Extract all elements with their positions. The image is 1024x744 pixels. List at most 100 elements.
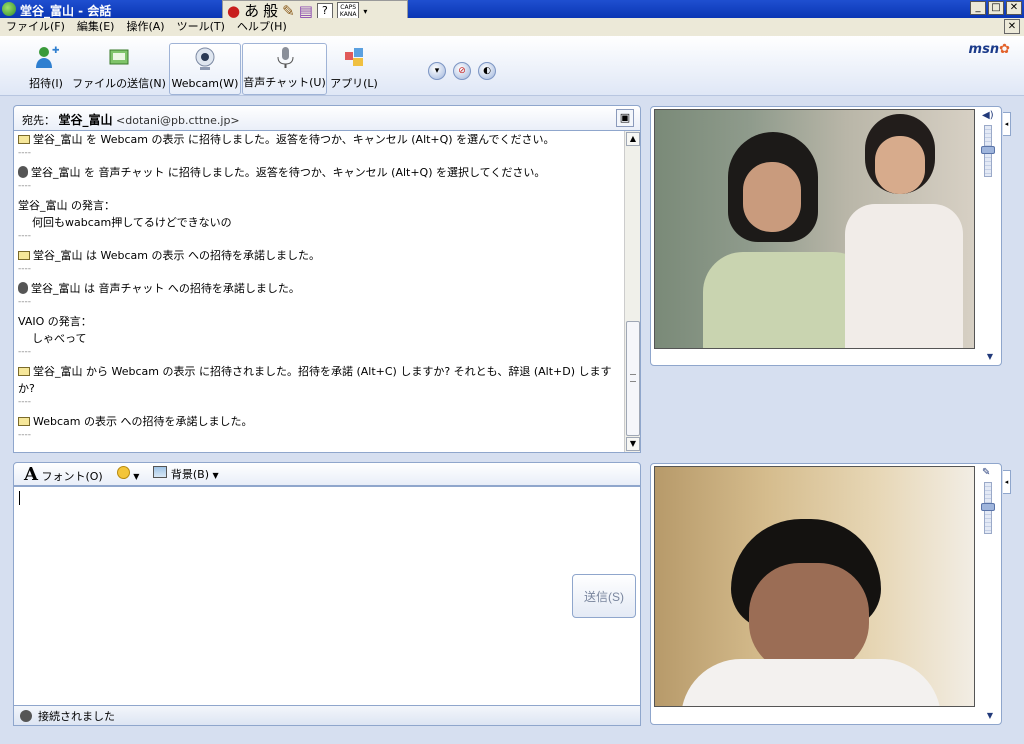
menu-help[interactable]: ヘルプ(H) (237, 18, 287, 36)
scroll-grip-icon (630, 374, 636, 382)
apps-button[interactable]: アプリ(L) (330, 43, 378, 95)
microphone-icon[interactable]: ✎ (982, 468, 994, 478)
contact-webcam-video[interactable] (654, 109, 975, 349)
recipient-bar: 宛先： 堂谷_富山 <dotani@pb.cttne.jp> ▣ (13, 105, 641, 131)
message-list: 堂谷_富山 を Webcam の表示 に招待しました。返答を待つか、キャンセル … (18, 131, 622, 446)
close-conversation-button[interactable]: ✕ (1004, 19, 1020, 34)
toolbar: ✚ 招待(I) ファイルの送信(N) Webcam(W) 音声チャット(U) ア… (0, 36, 1024, 96)
invite-icon: ✚ (32, 43, 60, 71)
message-separator: ---- (18, 397, 31, 407)
list-item: 堂谷_富山 から Webcam の表示 に招待されました。招待を承諾 (Alt+… (18, 363, 622, 407)
speaker-icon[interactable]: ◀) (982, 111, 994, 121)
envelope-icon (18, 367, 30, 376)
scroll-thumb[interactable] (626, 321, 640, 436)
envelope-icon (18, 417, 30, 426)
scroll-down-button[interactable]: ▼ (626, 437, 640, 451)
list-item: 堂谷_富山 の発言： 何回もwabcam押してるけどできないの ---- (18, 197, 622, 241)
envelope-icon (18, 251, 30, 260)
message-text: 堂谷_富山 を Webcam の表示 に招待しました。返答を待つか、キャンセル … (33, 133, 555, 146)
menu-actions[interactable]: 操作(A) (126, 18, 164, 36)
smiley-icon (116, 466, 130, 479)
message-text: 堂谷_富山 を 音声チャット に招待しました。返答を待つか、キャンセル (Alt… (31, 166, 546, 179)
msn-logo: msn✿ (969, 42, 1010, 57)
apps-icon (340, 43, 368, 71)
collapse-self-panel-tab[interactable]: ◂ (1003, 470, 1011, 494)
background-button[interactable]: 背景(B) ▼ (153, 466, 219, 482)
self-person-image (681, 519, 941, 706)
voice-chat-label: 音声チャット(U) (243, 76, 326, 89)
message-text: 何回もwabcam押してるけどできないの (32, 216, 232, 229)
list-item: Webcam の表示 への招待を承諾しました。 ---- (18, 413, 622, 440)
webcam-label: Webcam(W) (171, 77, 239, 90)
contact-card-icon[interactable]: ▣ (616, 109, 634, 127)
background-icon (153, 466, 168, 478)
message-text: 堂谷_富山 は 音声チャット への招待を承諾しました。 (31, 282, 300, 295)
msn-butterfly-icon: ✿ (999, 42, 1010, 57)
message-text: 堂谷_富山 は Webcam の表示 への招待を承諾しました。 (33, 249, 320, 262)
menu-file[interactable]: ファイル(F) (6, 18, 65, 36)
to-label: 宛先： (22, 114, 55, 127)
self-video-options-chevron-icon[interactable]: ▼ (987, 711, 993, 720)
voice-chat-button[interactable]: 音声チャット(U) (242, 43, 327, 95)
contact-video-frame (655, 110, 974, 348)
collapse-contact-panel-tab[interactable]: ◂ (1003, 112, 1011, 136)
volume-knob[interactable] (981, 146, 995, 154)
window-title: 堂谷_富山 - 会話 (20, 4, 112, 18)
font-button[interactable]: A フォント(O) (24, 464, 103, 485)
close-window-button[interactable]: ✕ (1006, 1, 1022, 15)
volume-knob[interactable] (981, 503, 995, 511)
menu-edit[interactable]: 編集(E) (77, 18, 115, 36)
send-file-icon (105, 43, 133, 71)
invite-button[interactable]: ✚ 招待(I) (22, 43, 70, 95)
background-label: 背景(B) (170, 468, 210, 481)
list-item: 堂谷_富山 は 音声チャット への招待を承諾しました。 ---- (18, 280, 622, 307)
send-file-button[interactable]: ファイルの送信(N) (72, 43, 166, 95)
status-text: 接続されました (38, 709, 115, 723)
messenger-app-icon[interactable] (2, 2, 16, 16)
title-bar: 堂谷_富山 - 会話 (0, 0, 1024, 18)
maximize-button[interactable]: □ (988, 1, 1004, 15)
microphone-icon (271, 44, 299, 70)
send-button[interactable]: 送信(S) (572, 574, 636, 618)
contact-person-image (703, 132, 873, 348)
speaker-volume-slider[interactable] (981, 125, 995, 177)
emoticon-button[interactable]: ▼ (116, 466, 140, 482)
message-separator: ---- (18, 430, 31, 440)
contact-email: <dotani@pb.cttne.jp> (116, 114, 240, 127)
chevron-down-icon: ▼ (133, 472, 140, 481)
microphone-icon (18, 282, 28, 294)
message-separator: ---- (18, 231, 31, 241)
message-input[interactable]: 送信(S) (13, 486, 641, 706)
kana-label: KANA (339, 11, 357, 18)
history-scrollbar[interactable]: ▲ ▼ (624, 131, 640, 452)
menu-bar: ファイル(F) 編集(E) 操作(A) ツール(T) ヘルプ(H) ✕ (0, 18, 1024, 36)
block-contact-button[interactable]: ⊘ (453, 62, 471, 80)
message-text: 堂谷_富山 から Webcam の表示 に招待されました。招待を承諾 (Alt+… (18, 365, 612, 395)
message-text: Webcam の表示 への招待を承諾しました。 (33, 415, 253, 428)
ime-help-button[interactable]: ? (316, 3, 333, 19)
message-sender: 堂谷_富山 の発言： (18, 199, 115, 212)
self-webcam-video[interactable] (654, 466, 975, 707)
message-separator: ---- (18, 347, 31, 357)
msn-brand-text: msn (968, 42, 1000, 57)
webcam-button[interactable]: Webcam(W) (169, 43, 241, 95)
self-audio-controls: ✎ (981, 468, 995, 534)
self-video-frame (655, 467, 974, 706)
message-text: しゃべって (32, 332, 87, 345)
apps-label: アプリ(L) (330, 77, 378, 90)
minimize-button[interactable]: _ (970, 1, 986, 15)
send-file-label: ファイルの送信(N) (72, 77, 166, 90)
more-options-button[interactable]: ▾ (428, 62, 446, 80)
menu-tools[interactable]: ツール(T) (177, 18, 225, 36)
message-separator: ---- (18, 148, 31, 158)
contact-video-panel: ◀) ▼ (650, 106, 1002, 366)
text-caret (19, 491, 20, 505)
microphone-volume-slider[interactable] (981, 482, 995, 534)
scroll-up-button[interactable]: ▲ (626, 132, 640, 146)
contact-audio-controls: ◀) (981, 111, 995, 177)
ime-options-chevron-icon[interactable]: ▾ (363, 7, 367, 16)
message-sender: VAIO の発言： (18, 315, 92, 328)
compose-toolbar: A フォント(O) ▼ 背景(B) ▼ (13, 462, 641, 486)
contact-video-options-chevron-icon[interactable]: ▼ (987, 352, 993, 361)
change-theme-button[interactable]: ◐ (478, 62, 496, 80)
